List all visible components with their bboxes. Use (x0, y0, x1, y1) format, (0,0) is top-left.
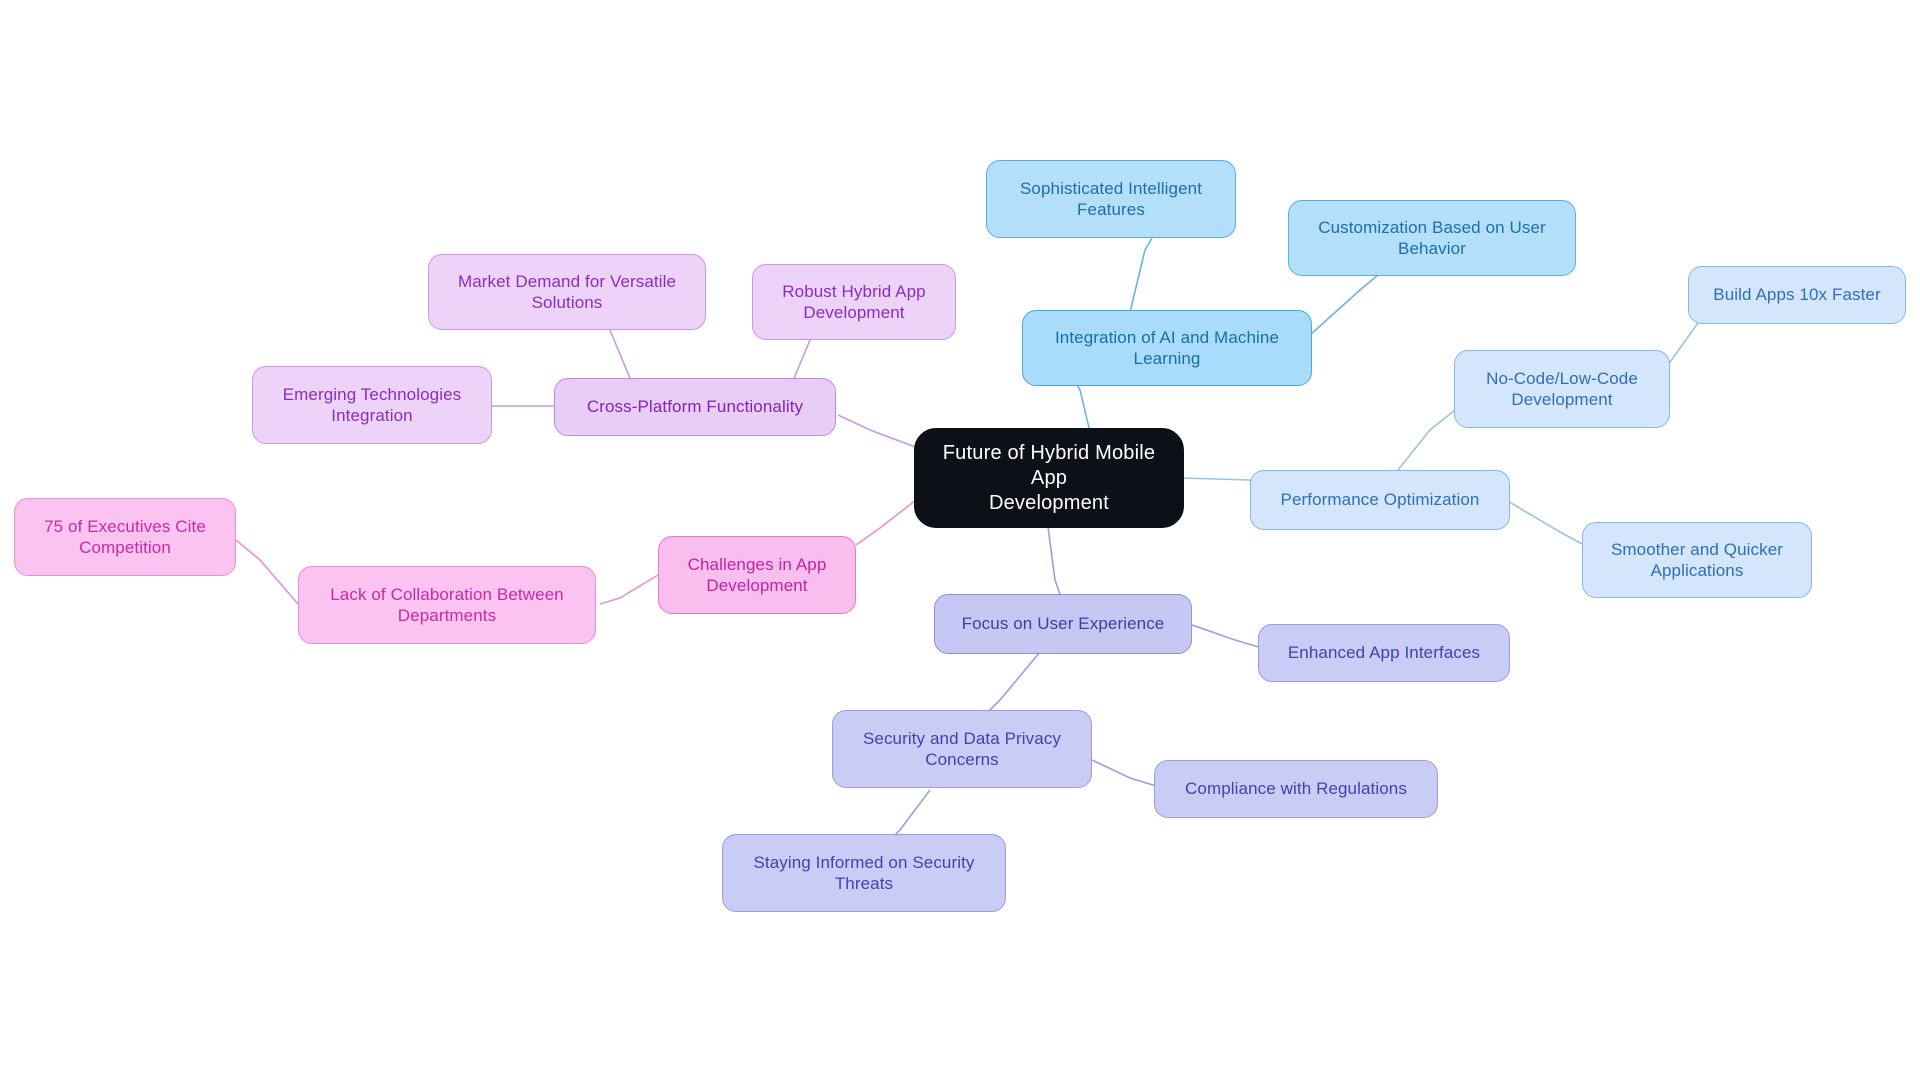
node-compliance-regulations-label: Compliance with Regulations (1185, 779, 1407, 799)
node-build-apps-10x-faster-label: Build Apps 10x Faster (1713, 285, 1881, 305)
node-customization-behavior-label: Customization Based on User Behavior (1318, 217, 1546, 258)
edge-root-to-ux (1047, 526, 1063, 601)
node-customization-behavior[interactable]: Customization Based on User Behavior (1288, 200, 1576, 276)
node-market-demand-versatile[interactable]: Market Demand for Versatile Solutions (428, 254, 706, 330)
node-focus-user-experience[interactable]: Focus on User Experience (934, 594, 1192, 654)
node-emerging-technologies-label: Emerging Technologies Integration (282, 384, 462, 425)
edge-ux-to-enhanced (1191, 624, 1263, 649)
node-robust-hybrid-app[interactable]: Robust Hybrid App Development (752, 264, 956, 340)
node-executives-cite-competition[interactable]: 75 of Executives Cite Competition (14, 498, 236, 576)
node-lack-collaboration[interactable]: Lack of Collaboration Between Department… (298, 566, 596, 644)
node-focus-user-experience-label: Focus on User Experience (961, 614, 1165, 634)
node-sophisticated-features-label: Sophisticated Intelligent Features (1019, 178, 1203, 219)
node-staying-informed-threats-label: Staying Informed on Security Threats (753, 852, 975, 893)
node-no-code-low-code[interactable]: No-Code/Low-Code Development (1454, 350, 1670, 428)
node-smoother-quicker[interactable]: Smoother and Quicker Applications (1582, 522, 1812, 598)
edge-performance-to-smoother (1505, 499, 1587, 547)
node-cross-platform-functionality[interactable]: Cross-Platform Functionality (554, 378, 836, 436)
node-build-apps-10x-faster[interactable]: Build Apps 10x Faster (1688, 266, 1906, 324)
edge-ai-ml-to-sophisticated (1129, 237, 1153, 313)
node-ai-ml-label: Integration of AI and Machine Learning (1054, 327, 1280, 368)
node-root-label: Future of Hybrid Mobile App Development (942, 441, 1156, 514)
node-challenges-app-development-label: Challenges in App Development (687, 554, 827, 595)
node-ai-ml[interactable]: Integration of AI and Machine Learning (1022, 310, 1312, 386)
edge-root-to-performance (1181, 477, 1255, 495)
node-market-demand-versatile-label: Market Demand for Versatile Solutions (457, 271, 677, 312)
node-enhanced-app-interfaces[interactable]: Enhanced App Interfaces (1258, 624, 1510, 682)
edge-ux-to-security (981, 651, 1041, 719)
edge-root-to-challenges (855, 499, 917, 546)
node-performance-optimization[interactable]: Performance Optimization (1250, 470, 1510, 530)
node-security-data-privacy[interactable]: Security and Data Privacy Concerns (832, 710, 1092, 788)
edge-challenges-to-lack-collab (599, 574, 659, 605)
node-robust-hybrid-app-label: Robust Hybrid App Development (782, 281, 926, 322)
node-sophisticated-features[interactable]: Sophisticated Intelligent Features (986, 160, 1236, 238)
node-no-code-low-code-label: No-Code/Low-Code Development (1486, 368, 1638, 409)
node-root[interactable]: Future of Hybrid Mobile App Development (914, 428, 1184, 528)
node-lack-collaboration-label: Lack of Collaboration Between Department… (330, 584, 564, 625)
node-cross-platform-functionality-label: Cross-Platform Functionality (586, 397, 804, 417)
edge-ai-ml-to-customization (1309, 274, 1379, 336)
node-staying-informed-threats[interactable]: Staying Informed on Security Threats (722, 834, 1006, 912)
edge-performance-to-nocode (1397, 409, 1456, 471)
node-enhanced-app-interfaces-label: Enhanced App Interfaces (1287, 643, 1481, 663)
node-executives-cite-competition-label: 75 of Executives Cite Competition (44, 516, 206, 557)
edge-root-to-cross-platform (837, 414, 919, 449)
edge-security-to-compliance (1091, 759, 1157, 787)
mindmap-canvas: Future of Hybrid Mobile App Development … (0, 0, 1920, 1083)
node-performance-optimization-label: Performance Optimization (1280, 490, 1480, 510)
edge-lack-collab-to-executives (235, 539, 299, 605)
node-emerging-technologies[interactable]: Emerging Technologies Integration (252, 366, 492, 444)
node-security-data-privacy-label: Security and Data Privacy Concerns (862, 728, 1062, 769)
node-compliance-regulations[interactable]: Compliance with Regulations (1154, 760, 1438, 818)
node-smoother-quicker-label: Smoother and Quicker Applications (1610, 539, 1784, 580)
node-challenges-app-development[interactable]: Challenges in App Development (658, 536, 856, 614)
